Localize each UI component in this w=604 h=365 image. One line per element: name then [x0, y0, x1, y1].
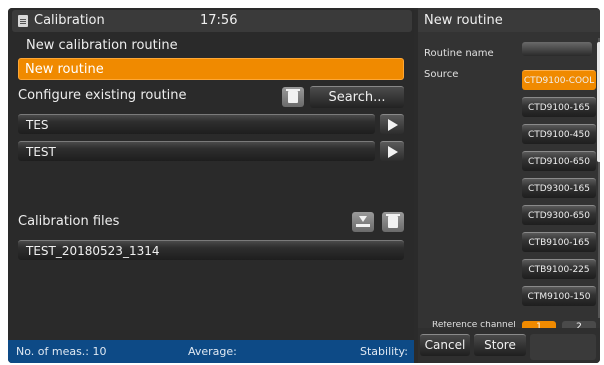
- panel-title: New routine: [424, 13, 503, 28]
- search-label: Search...: [328, 90, 386, 105]
- new-routine-button[interactable]: New routine: [18, 58, 404, 80]
- routine-row[interactable]: TES: [18, 114, 375, 134]
- source-option[interactable]: CTB9100-165: [522, 232, 596, 252]
- panel-title-bar: New routine: [418, 10, 600, 32]
- source-option[interactable]: CTD9100-COOL: [522, 70, 596, 90]
- title-bar: Calibration 17:56: [12, 10, 412, 32]
- new-routine-label: New routine: [25, 62, 104, 77]
- source-option[interactable]: CTD9100-450: [522, 124, 596, 144]
- routine-name-label: Routine name: [424, 48, 494, 59]
- source-option[interactable]: CTB9100-225: [522, 259, 596, 279]
- trash-icon: [386, 214, 400, 228]
- measurement-count: No. of meas.: 10: [16, 345, 107, 358]
- source-option[interactable]: CTD9100-165: [522, 97, 596, 117]
- source-option[interactable]: CTM9100-150: [522, 286, 596, 306]
- file-row[interactable]: TEST_20180523_1314: [18, 240, 404, 260]
- cancel-button[interactable]: Cancel: [420, 334, 470, 356]
- configure-heading: Configure existing routine: [18, 88, 187, 103]
- calibration-files-heading: Calibration files: [18, 214, 120, 229]
- scrollbar-thumb[interactable]: [597, 42, 600, 162]
- trash-icon: [286, 89, 300, 103]
- routine-name: TEST: [26, 145, 56, 159]
- reference-channel-label: Reference channel: [432, 321, 516, 327]
- source-label: Source: [424, 69, 459, 80]
- search-button[interactable]: Search...: [310, 86, 404, 108]
- calibration-panel: Calibration 17:56 New calibration routin…: [8, 8, 414, 363]
- status-bar: No. of meas.: 10 Average: Stability:: [8, 340, 414, 363]
- source-option[interactable]: CTD9300-650: [522, 205, 596, 225]
- delete-file-button[interactable]: [382, 212, 404, 232]
- clock: 17:56: [200, 13, 238, 28]
- routine-name-input[interactable]: [522, 42, 592, 56]
- empty-button-slot: [530, 334, 596, 360]
- calibration-screen: Calibration 17:56 New calibration routin…: [8, 8, 600, 363]
- open-routine-button[interactable]: [380, 114, 404, 134]
- routine-name: TES: [26, 118, 49, 132]
- download-icon: [356, 216, 370, 228]
- store-button[interactable]: Store: [474, 334, 526, 356]
- window-title: Calibration: [34, 13, 105, 28]
- action-bar: Cancel Store: [418, 328, 600, 363]
- file-name: TEST_20180523_1314: [26, 244, 160, 258]
- average-readout: Average:: [188, 345, 237, 358]
- document-icon: [18, 15, 28, 27]
- download-file-button[interactable]: [352, 212, 374, 232]
- stability-readout: Stability:: [360, 345, 408, 358]
- new-routine-heading: New calibration routine: [26, 38, 178, 53]
- open-routine-button[interactable]: [380, 141, 404, 161]
- delete-routine-button[interactable]: [282, 87, 304, 107]
- source-option[interactable]: CTD9100-650: [522, 151, 596, 171]
- source-option[interactable]: CTD9300-165: [522, 178, 596, 198]
- routine-row[interactable]: TEST: [18, 141, 375, 161]
- new-routine-panel: New routine Routine name Source CTD9100-…: [418, 8, 600, 363]
